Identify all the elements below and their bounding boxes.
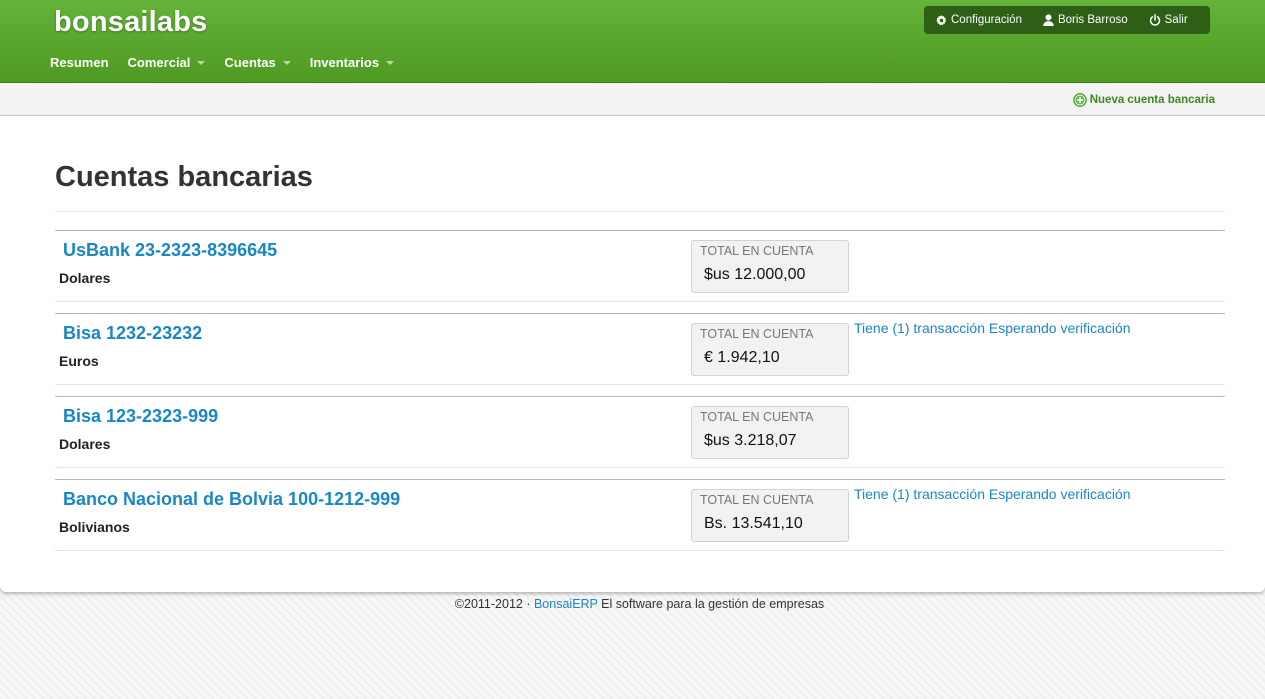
user-menu: Configuración Boris Barroso Salir xyxy=(924,6,1210,34)
nav-item-label: Cuentas xyxy=(224,55,276,70)
add-circle-icon xyxy=(1072,93,1087,107)
list-item: UsBank 23-2323-8396645 Dolares TOTAL EN … xyxy=(55,230,1225,302)
power-icon xyxy=(1149,14,1160,26)
account-currency: Dolares xyxy=(59,436,111,452)
bank-account-list: UsBank 23-2323-8396645 Dolares TOTAL EN … xyxy=(55,230,1225,562)
settings-link[interactable]: Configuración xyxy=(936,14,1022,26)
nav-item-cuentas[interactable]: Cuentas xyxy=(224,55,291,70)
account-total-box: TOTAL EN CUENTA $us 3.218,07 xyxy=(691,406,849,459)
total-value: $us 3.218,07 xyxy=(704,432,797,449)
pending-transaction-link[interactable]: Tiene (1) transacción Esperando verifica… xyxy=(854,320,1131,336)
account-name-link[interactable]: Bisa 1232-23232 xyxy=(63,323,202,344)
account-name-link[interactable]: UsBank 23-2323-8396645 xyxy=(63,240,277,261)
main-content: Cuentas bancarias UsBank 23-2323-8396645… xyxy=(0,116,1265,592)
total-label: TOTAL EN CUENTA xyxy=(700,493,814,507)
top-navbar: bonsailabs Resumen Comercial Cuentas Inv… xyxy=(0,0,1265,83)
new-account-label: Nueva cuenta bancaria xyxy=(1089,94,1215,106)
footer-copyright: ©2011-2012 · xyxy=(454,597,534,611)
nav-item-label: Comercial xyxy=(127,55,191,70)
chevron-down-icon xyxy=(386,61,395,65)
account-currency: Dolares xyxy=(59,270,111,286)
settings-label: Configuración xyxy=(951,14,1022,26)
brand-logo[interactable]: bonsailabs xyxy=(54,6,208,39)
list-item: Bisa 1232-23232 Euros TOTAL EN CUENTA € … xyxy=(55,313,1225,385)
list-item: Bisa 123-2323-999 Dolares TOTAL EN CUENT… xyxy=(55,396,1225,468)
logout-link[interactable]: Salir xyxy=(1149,14,1188,26)
nav-item-label: Inventarios xyxy=(309,55,380,70)
action-toolbar: Nueva cuenta bancaria xyxy=(0,84,1265,116)
main-nav: Resumen Comercial Cuentas Inventarios xyxy=(50,55,413,70)
footer: ©2011-2012 · BonsaiERP El software para … xyxy=(0,597,1265,611)
chevron-down-icon xyxy=(197,61,206,65)
pending-transaction-link[interactable]: Tiene (1) transacción Esperando verifica… xyxy=(854,486,1131,502)
total-label: TOTAL EN CUENTA xyxy=(700,410,814,424)
nav-item-label: Resumen xyxy=(50,55,109,70)
nav-item-inventarios[interactable]: Inventarios xyxy=(309,55,395,70)
account-total-box: TOTAL EN CUENTA $us 12.000,00 xyxy=(691,240,849,293)
logout-label: Salir xyxy=(1164,14,1188,26)
user-icon xyxy=(1043,14,1054,26)
chevron-down-icon xyxy=(282,61,291,65)
footer-bonsaierp-link[interactable]: BonsaiERP xyxy=(534,597,598,611)
user-label: Boris Barroso xyxy=(1057,14,1128,26)
list-item: Banco Nacional de Bolvia 100-1212-999 Bo… xyxy=(55,479,1225,551)
gear-icon xyxy=(936,14,947,25)
divider xyxy=(55,211,1225,212)
total-value: € 1.942,10 xyxy=(704,349,780,366)
total-value: $us 12.000,00 xyxy=(704,266,806,283)
account-currency: Euros xyxy=(59,353,99,369)
nav-item-comercial[interactable]: Comercial xyxy=(128,55,206,70)
account-name-link[interactable]: Bisa 123-2323-999 xyxy=(63,406,218,427)
account-total-box: TOTAL EN CUENTA Bs. 13.541,10 xyxy=(691,489,849,542)
total-label: TOTAL EN CUENTA xyxy=(700,244,814,258)
total-value: Bs. 13.541,10 xyxy=(704,515,803,532)
new-bank-account-button[interactable]: Nueva cuenta bancaria xyxy=(1072,93,1215,107)
total-label: TOTAL EN CUENTA xyxy=(700,327,814,341)
account-name-link[interactable]: Banco Nacional de Bolvia 100-1212-999 xyxy=(63,489,400,510)
account-total-box: TOTAL EN CUENTA € 1.942,10 xyxy=(691,323,849,376)
footer-tagline: El software para la gestión de empresas xyxy=(597,597,825,611)
user-link[interactable]: Boris Barroso xyxy=(1043,14,1128,26)
nav-item-resumen[interactable]: Resumen xyxy=(50,55,109,70)
page-title: Cuentas bancarias xyxy=(55,161,313,193)
account-currency: Bolivianos xyxy=(59,519,130,535)
